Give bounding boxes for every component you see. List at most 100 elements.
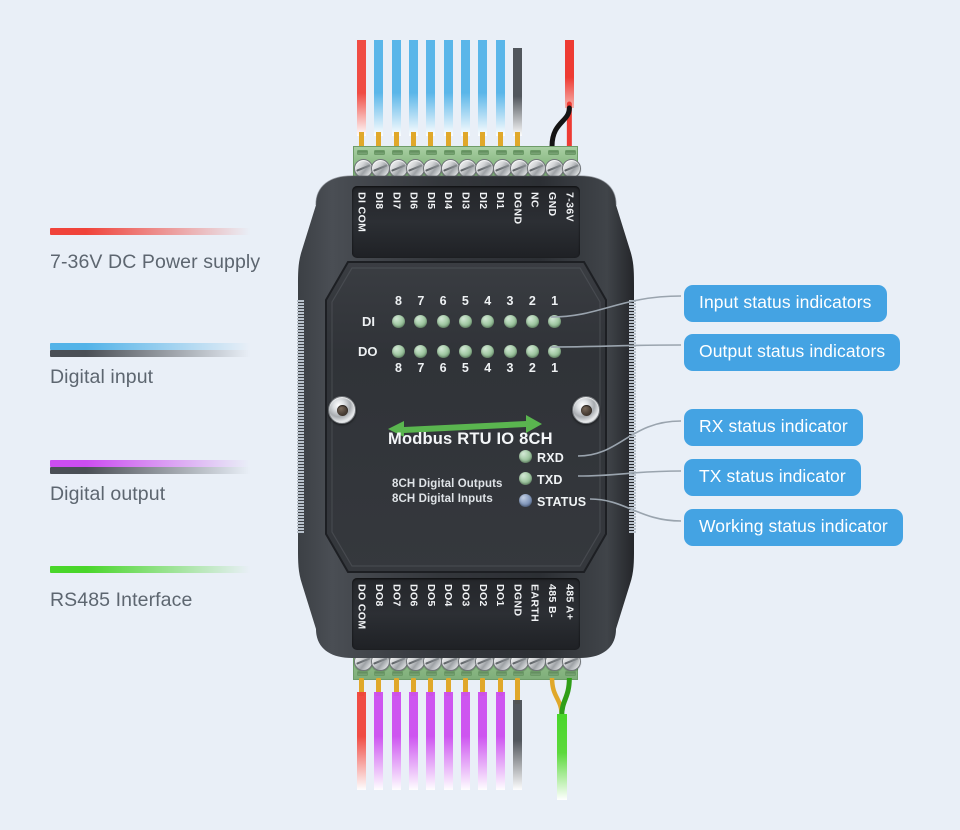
terminal-label-top-10: NC (528, 192, 541, 208)
do-number-1: 7 (417, 361, 425, 375)
heatsink-fin (297, 480, 304, 482)
heatsink-fin (629, 474, 636, 476)
terminal-screw (509, 652, 529, 671)
di-number-1: 7 (417, 294, 425, 308)
heatsink-fin (297, 309, 304, 311)
di-led-3 (458, 315, 472, 328)
heatsink-fin (629, 309, 636, 311)
terminal-slot (547, 671, 559, 676)
heatsink-fin (297, 474, 304, 476)
terminal-slot (495, 671, 507, 676)
callout-2[interactable]: RX status indicator (684, 409, 863, 446)
heatsink-fin (629, 333, 636, 335)
terminal-screw (544, 652, 564, 671)
heatsink-fin (629, 342, 636, 344)
do-led-7 (548, 345, 562, 358)
heatsink-fin (629, 414, 636, 416)
terminal-slot (391, 671, 403, 676)
heatsink-fin (297, 495, 304, 497)
heatsink-fin (297, 483, 304, 485)
wire-bottom-5 (443, 692, 453, 790)
terminal-label-top-2: DI7 (390, 192, 403, 210)
heatsink-fin (629, 363, 636, 365)
terminal-label-bottom-8: DO1 (494, 584, 507, 607)
heatsink-fin (297, 336, 304, 338)
legend-swatch-group (50, 228, 250, 242)
callout-1[interactable]: Output status indicators (684, 334, 901, 371)
terminal-screw (406, 652, 426, 671)
heatsink-fin (297, 333, 304, 335)
heatsink-fin (629, 315, 636, 317)
wire-top-9 (512, 48, 522, 136)
heatsink-fin (629, 531, 636, 533)
wire-top-power-red (564, 40, 574, 108)
heatsink-fin (297, 378, 304, 380)
do-number-3: 5 (461, 361, 469, 375)
di-number-6: 2 (528, 294, 536, 308)
di-number-0: 8 (395, 294, 402, 308)
terminal-screw (406, 159, 426, 178)
terminal-label-bottom-7: DO2 (476, 584, 489, 607)
heatsink-fin (297, 327, 304, 329)
heatsink-fin (629, 372, 636, 374)
callout-3[interactable]: TX status indicator (684, 459, 861, 496)
heatsink-fin (297, 516, 304, 518)
legend-swatch-group (50, 460, 250, 474)
terminal-screw (423, 159, 443, 178)
model-title: Modbus RTU IO 8CH (388, 430, 553, 448)
terminal-label-bottom-11: 485 B- (546, 584, 559, 618)
heatsink-fin (297, 429, 304, 431)
heatsink-fin (297, 375, 304, 377)
heatsink-fin (297, 459, 304, 461)
heatsink-fin (297, 318, 304, 320)
heatsink-fin (297, 315, 304, 317)
terminal-screw (492, 652, 512, 671)
status-label-rxd: RXD (537, 450, 564, 465)
legend-item-3: RS485 Interface (50, 566, 300, 612)
heatsink-fin (629, 351, 636, 353)
heatsink-fin (297, 492, 304, 494)
di-number-7: 1 (551, 294, 559, 308)
legend-color-bar (50, 467, 250, 474)
heatsink-fin (629, 399, 636, 401)
heatsink-fin (297, 432, 304, 434)
heatsink-fin (629, 324, 636, 326)
terminal-label-bottom-10: EARTH (528, 584, 541, 623)
terminal-label-bottom-2: DO7 (390, 584, 403, 607)
wire-rs485-cable (556, 714, 567, 800)
heatsink-fin (629, 528, 636, 530)
heatsink-fin (297, 489, 304, 491)
terminal-screw (544, 159, 564, 178)
heatsink-fin (629, 306, 636, 308)
legend-swatch-group (50, 343, 250, 357)
do-number-5: 3 (506, 361, 514, 375)
terminal-screw (458, 652, 477, 671)
terminal-label-bottom-4: DO5 (424, 584, 437, 607)
heatsink-fin (629, 480, 636, 482)
mounting-screw-right (572, 396, 600, 424)
di-led-0 (392, 315, 405, 328)
terminal-screw (388, 652, 408, 671)
heatsink-fin (297, 531, 304, 533)
callout-4[interactable]: Working status indicator (684, 509, 903, 546)
heatsink-fin (297, 390, 304, 392)
heatsink-fin (629, 507, 636, 509)
heatsink-fin (297, 408, 304, 410)
heatsink-fin (629, 441, 636, 443)
heatsink-fin (297, 348, 304, 350)
heatsink-fin (297, 387, 304, 389)
heatsink-fin (297, 402, 304, 404)
do-number-0: 8 (395, 361, 402, 375)
wire-top-7 (478, 40, 488, 136)
terminal-screw (527, 652, 547, 671)
callout-0[interactable]: Input status indicators (684, 285, 887, 322)
terminal-label-top-6: DI3 (459, 192, 472, 210)
heatsink-fin (297, 453, 304, 455)
heatsink-fin (629, 519, 636, 521)
heatsink-fin (297, 339, 304, 341)
di-led-4 (481, 315, 495, 328)
wire-top-1 (374, 40, 384, 136)
heatsink-fin (629, 438, 636, 440)
terminal-slot (512, 671, 524, 676)
heatsink-fin (297, 330, 304, 332)
